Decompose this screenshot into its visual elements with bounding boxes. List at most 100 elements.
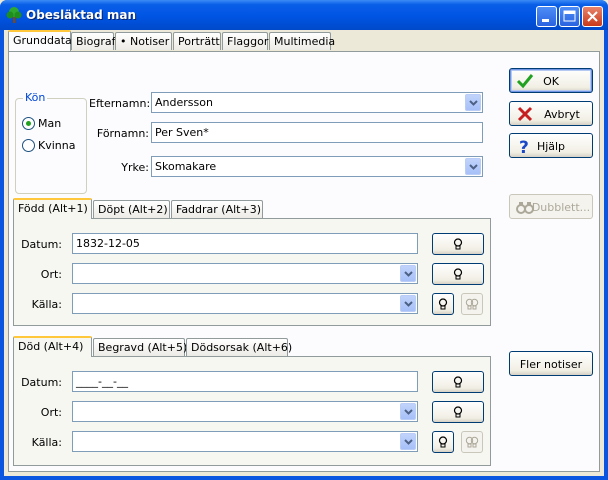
double-lightbulb-icon bbox=[465, 298, 479, 309]
fornamn-value: Per Sven* bbox=[155, 126, 209, 139]
fodd-kalla-citation-button[interactable] bbox=[461, 293, 483, 315]
dod-ort-dropdown-button[interactable] bbox=[400, 403, 416, 420]
tab-grunddata[interactable]: Grunddata bbox=[8, 30, 72, 51]
dialog-window: Obesläktad man Grunddata Biografi • Noti… bbox=[0, 0, 608, 480]
radio-kvinna[interactable]: Kvinna bbox=[22, 139, 75, 152]
yrke-dropdown-button[interactable] bbox=[465, 158, 481, 175]
efternamn-combo[interactable]: Andersson bbox=[151, 92, 483, 113]
dubblett-label: Dubblett... bbox=[531, 201, 591, 214]
fodd-kalla-label: Källa: bbox=[31, 298, 62, 311]
lightbulb-icon bbox=[438, 435, 448, 447]
tab-dopt[interactable]: Döpt (Alt+2) bbox=[93, 200, 170, 218]
maximize-icon bbox=[563, 10, 576, 22]
tab-label: Porträtt bbox=[178, 35, 220, 48]
yrke-value: Skomakare bbox=[155, 160, 217, 173]
lightbulb-icon bbox=[453, 405, 463, 417]
tab-label: Döpt (Alt+2) bbox=[98, 203, 168, 216]
yrke-label: Yrke: bbox=[121, 161, 149, 174]
close-icon bbox=[587, 11, 598, 22]
fodd-panel: Datum: 1832-12-05 Ort: Källa: bbox=[13, 218, 491, 326]
radio-kvinna-indicator[interactable] bbox=[22, 139, 35, 152]
chevron-down-icon bbox=[403, 438, 413, 445]
dod-kalla-lookup-button[interactable] bbox=[432, 431, 454, 453]
dialog-client: Grunddata Biografi • Notiser Porträtt Fl… bbox=[4, 30, 604, 476]
fodd-kalla-lookup-button[interactable] bbox=[432, 293, 454, 315]
dod-ort-combo[interactable] bbox=[72, 401, 418, 422]
tab-biografi[interactable]: Biografi bbox=[71, 32, 119, 50]
tab-dodsorsak[interactable]: Dödsorsak (Alt+6) bbox=[186, 338, 292, 356]
kon-group: Kön Man Kvinna bbox=[15, 91, 87, 194]
tab-fodd[interactable]: Född (Alt+1) bbox=[13, 198, 92, 219]
avbryt-button[interactable]: Avbryt bbox=[509, 101, 593, 126]
title-bar[interactable]: Obesläktad man bbox=[0, 0, 608, 30]
ok-label: OK bbox=[543, 75, 559, 88]
fodd-datum-label: Datum: bbox=[21, 238, 62, 251]
chevron-down-icon bbox=[403, 270, 413, 277]
chevron-down-icon bbox=[468, 99, 478, 106]
tab-notiser[interactable]: • Notiser bbox=[115, 32, 172, 50]
dod-ort-label: Ort: bbox=[40, 406, 62, 419]
hjalp-label: Hjälp bbox=[536, 140, 566, 153]
tab-portratt[interactable]: Porträtt bbox=[173, 32, 221, 50]
radio-man[interactable]: Man bbox=[22, 117, 61, 130]
grunddata-panel: Kön Man Kvinna Efternamn: Andersson Förn… bbox=[8, 51, 600, 472]
lightbulb-icon bbox=[453, 267, 463, 279]
tab-label: Grunddata bbox=[13, 34, 72, 47]
fler-notiser-label: Fler notiser bbox=[519, 358, 583, 371]
tab-dod[interactable]: Död (Alt+4) bbox=[13, 336, 92, 357]
tree-icon bbox=[6, 7, 22, 23]
avbryt-label: Avbryt bbox=[544, 108, 580, 121]
dod-datum-value: ____-__-__ bbox=[76, 375, 128, 388]
tab-label: Flaggor bbox=[227, 35, 269, 48]
tab-multimedia[interactable]: Multimedia bbox=[269, 32, 335, 50]
tab-begravd[interactable]: Begravd (Alt+5) bbox=[93, 338, 187, 356]
fodd-datum-input[interactable]: 1832-12-05 bbox=[72, 233, 418, 254]
tab-label: • Notiser bbox=[120, 35, 170, 48]
tab-faddrar[interactable]: Faddrar (Alt+3) bbox=[171, 200, 263, 218]
tab-label: Biografi bbox=[76, 35, 119, 48]
chevron-down-icon bbox=[403, 300, 413, 307]
dod-panel: Datum: ____-__-__ Ort: Källa: bbox=[13, 356, 491, 466]
fodd-kalla-combo[interactable] bbox=[72, 293, 418, 314]
chevron-down-icon bbox=[403, 408, 413, 415]
fornamn-label: Förnamn: bbox=[96, 127, 149, 140]
tab-label: Dödsorsak (Alt+6) bbox=[191, 341, 293, 354]
radio-kvinna-label: Kvinna bbox=[38, 139, 76, 152]
minimize-button[interactable] bbox=[536, 6, 557, 27]
window-title: Obesläktad man bbox=[26, 8, 137, 22]
double-lightbulb-icon bbox=[465, 436, 479, 447]
tab-label: Född (Alt+1) bbox=[18, 202, 88, 215]
fodd-datum-lookup-button[interactable] bbox=[432, 233, 484, 255]
fodd-datum-value: 1832-12-05 bbox=[76, 237, 140, 250]
efternamn-dropdown-button[interactable] bbox=[465, 94, 481, 111]
hjalp-button[interactable]: ? Hjälp bbox=[509, 133, 593, 158]
maximize-button[interactable] bbox=[559, 6, 580, 27]
tab-label: Multimedia bbox=[274, 35, 336, 48]
dod-kalla-dropdown-button[interactable] bbox=[400, 433, 416, 450]
radio-man-indicator[interactable] bbox=[22, 117, 35, 130]
kon-group-label: Kön bbox=[23, 91, 48, 104]
fodd-ort-lookup-button[interactable] bbox=[432, 263, 484, 285]
lightbulb-icon bbox=[453, 375, 463, 387]
close-button[interactable] bbox=[582, 6, 603, 27]
ok-button[interactable]: OK bbox=[509, 68, 593, 93]
dod-kalla-combo[interactable] bbox=[72, 431, 418, 452]
lightbulb-icon bbox=[453, 237, 463, 249]
dod-datum-lookup-button[interactable] bbox=[432, 371, 484, 393]
tab-label: Faddrar (Alt+3) bbox=[176, 203, 261, 216]
efternamn-value: Andersson bbox=[155, 96, 213, 109]
fodd-ort-combo[interactable] bbox=[72, 263, 418, 284]
tab-flaggor[interactable]: Flaggor bbox=[222, 32, 268, 50]
dubblett-button[interactable]: Dubblett... bbox=[509, 194, 593, 219]
dod-ort-lookup-button[interactable] bbox=[432, 401, 484, 423]
fornamn-input[interactable]: Per Sven* bbox=[151, 122, 483, 143]
fler-notiser-button[interactable]: Fler notiser bbox=[509, 351, 593, 376]
yrke-combo[interactable]: Skomakare bbox=[151, 156, 483, 177]
efternamn-label: Efternamn: bbox=[89, 97, 151, 110]
fodd-ort-dropdown-button[interactable] bbox=[400, 265, 416, 282]
dod-datum-input[interactable]: ____-__-__ bbox=[72, 371, 418, 392]
dod-kalla-citation-button[interactable] bbox=[461, 431, 483, 453]
lightbulb-icon bbox=[438, 297, 448, 309]
fodd-kalla-dropdown-button[interactable] bbox=[400, 295, 416, 312]
chevron-down-icon bbox=[468, 163, 478, 170]
